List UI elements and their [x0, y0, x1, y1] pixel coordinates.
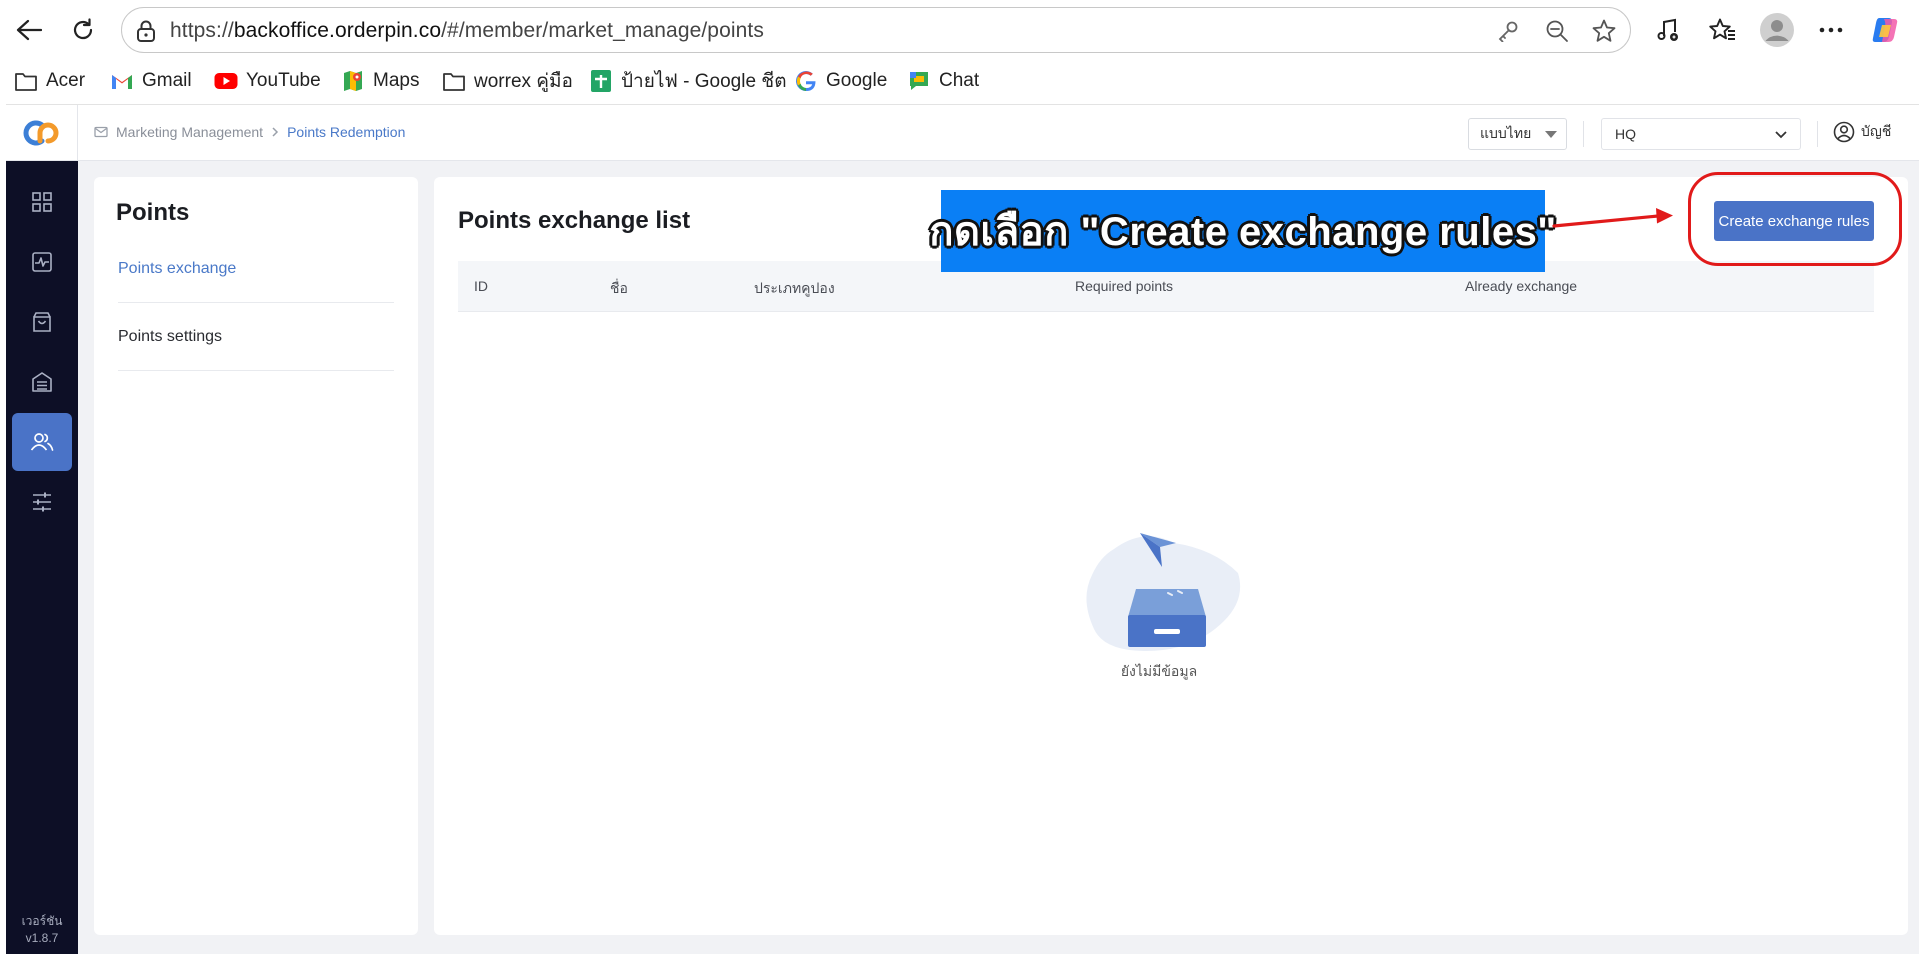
- panel-title: Points: [116, 199, 190, 226]
- breadcrumb-current: Points Redemption: [287, 124, 406, 140]
- version-label: เวอร์ชัน: [21, 914, 63, 928]
- version-number: v1.8.7: [25, 931, 59, 945]
- youtube-icon: [214, 69, 238, 93]
- bookmark-label: Chat: [939, 70, 980, 91]
- tutorial-arrow-icon: [1552, 206, 1674, 235]
- menu-item-label: Points exchange: [118, 259, 237, 277]
- more-icon[interactable]: [1815, 14, 1847, 46]
- store-icon: [32, 372, 52, 392]
- language-select[interactable]: แบบไทย: [1468, 118, 1567, 150]
- divider: [1583, 121, 1584, 147]
- bookmark-gmail[interactable]: Gmail: [110, 68, 192, 94]
- menu-item-label: Points settings: [118, 327, 223, 345]
- bookmark-maps[interactable]: Maps: [341, 68, 419, 94]
- points-exchange-panel: Points exchange list Create exchange rul…: [434, 177, 1908, 935]
- column-already-exchange: Already exchange: [1465, 278, 1578, 294]
- bookmark-label: ป้ายไฟ - Google ชีต: [621, 71, 787, 92]
- bookmark-label: Gmail: [142, 70, 192, 91]
- bookmark-chat[interactable]: Chat: [907, 68, 979, 94]
- bookmark-label: YouTube: [246, 70, 321, 91]
- chevron-right-icon: [272, 127, 279, 137]
- bookmark-google[interactable]: Google: [794, 68, 887, 94]
- copilot-icon[interactable]: [1869, 14, 1901, 46]
- zoom-out-icon[interactable]: [1544, 18, 1570, 44]
- bookmark-label: worrex คู่มือ: [474, 71, 573, 92]
- bookmark-sheets[interactable]: ป้ายไฟ - Google ชีต: [589, 68, 787, 94]
- folder-icon: [442, 69, 466, 93]
- tutorial-highlight-ring: [1688, 172, 1902, 266]
- sheets-icon: [589, 69, 613, 93]
- key-icon[interactable]: [1495, 18, 1521, 44]
- menu-item-points-settings[interactable]: Points settings: [118, 303, 394, 371]
- sidebar-item-members[interactable]: [12, 413, 72, 471]
- reload-icon[interactable]: [65, 12, 101, 48]
- url-text[interactable]: https://backoffice.orderpin.co/#/member/…: [170, 19, 764, 43]
- favorites-icon[interactable]: [1706, 14, 1738, 46]
- shopping-bag-icon: [33, 312, 51, 332]
- sidebar-item-settings[interactable]: [12, 473, 72, 531]
- dashboard-icon: [32, 192, 52, 212]
- column-name: ชื่อ: [610, 280, 628, 296]
- folder-icon: [14, 69, 38, 93]
- shop-select[interactable]: HQ: [1601, 118, 1801, 150]
- column-required-points: Required points: [1075, 278, 1174, 294]
- column-coupon-type: ประเภทคูปอง: [754, 280, 835, 296]
- activity-icon: [32, 252, 52, 272]
- sidebar-item-dashboard[interactable]: [12, 173, 72, 231]
- members-icon: [30, 433, 54, 451]
- breadcrumb: Marketing Management Points Redemption: [94, 124, 405, 140]
- breadcrumb-root[interactable]: Marketing Management: [116, 124, 263, 140]
- bookmark-label: Acer: [46, 70, 86, 91]
- empty-inbox-icon: [1086, 533, 1241, 651]
- sidebar-item-orders[interactable]: [12, 293, 72, 351]
- account-label: บัญชี: [1861, 123, 1892, 139]
- lock-icon[interactable]: [135, 19, 157, 48]
- points-submenu-panel: Points Points exchange Points settings: [94, 177, 418, 935]
- gmail-icon: [110, 69, 134, 93]
- orderpin-logo[interactable]: [6, 105, 78, 161]
- star-icon[interactable]: [1591, 18, 1617, 44]
- app-version: เวอร์ชัน v1.8.7: [6, 913, 78, 947]
- empty-state: ยังไม่มีข้อมูล: [1074, 529, 1244, 679]
- settings-sliders-icon: [33, 492, 51, 512]
- chat-icon: [907, 69, 931, 93]
- caret-down-icon: [1545, 131, 1557, 138]
- mail-icon: [94, 126, 108, 138]
- tutorial-banner-text: กดเลือก "Create exchange rules": [929, 210, 1557, 254]
- media-icon[interactable]: [1652, 14, 1684, 46]
- sidebar-item-store[interactable]: [12, 353, 72, 411]
- profile-avatar[interactable]: [1759, 12, 1795, 48]
- address-bar[interactable]: https://backoffice.orderpin.co/#/member/…: [121, 7, 1631, 53]
- page-title: Points exchange list: [458, 207, 691, 234]
- back-icon[interactable]: [11, 12, 47, 48]
- sidebar: เวอร์ชัน v1.8.7: [6, 161, 78, 954]
- user-circle-icon: [1833, 121, 1855, 143]
- tutorial-banner: กดเลือก "Create exchange rules": [929, 190, 1556, 272]
- account-menu[interactable]: บัญชี: [1833, 121, 1891, 143]
- menu-item-points-exchange[interactable]: Points exchange: [118, 235, 394, 303]
- app-header: Marketing Management Points Redemption แ…: [6, 105, 1919, 161]
- bookmark-youtube[interactable]: YouTube: [214, 68, 321, 94]
- column-id: ID: [474, 278, 488, 294]
- empty-state-text: ยังไม่มีข้อมูล: [1120, 663, 1198, 679]
- bookmark-label: Maps: [373, 70, 420, 91]
- chevron-down-icon: [1774, 127, 1788, 144]
- shop-value: HQ: [1615, 126, 1636, 142]
- bookmarks-bar: Acer Gmail YouTube Maps worrex คู่มือ ป้…: [0, 60, 1919, 102]
- divider: [1817, 121, 1818, 147]
- bookmark-label: Google: [826, 70, 888, 91]
- bookmark-acer[interactable]: Acer: [14, 68, 85, 94]
- sidebar-item-reports[interactable]: [12, 233, 72, 291]
- maps-icon: [341, 69, 365, 93]
- bookmark-worrex[interactable]: worrex คู่มือ: [442, 68, 573, 94]
- google-icon: [794, 69, 818, 93]
- language-value: แบบไทย: [1480, 125, 1532, 141]
- browser-toolbar: https://backoffice.orderpin.co/#/member/…: [0, 0, 1919, 60]
